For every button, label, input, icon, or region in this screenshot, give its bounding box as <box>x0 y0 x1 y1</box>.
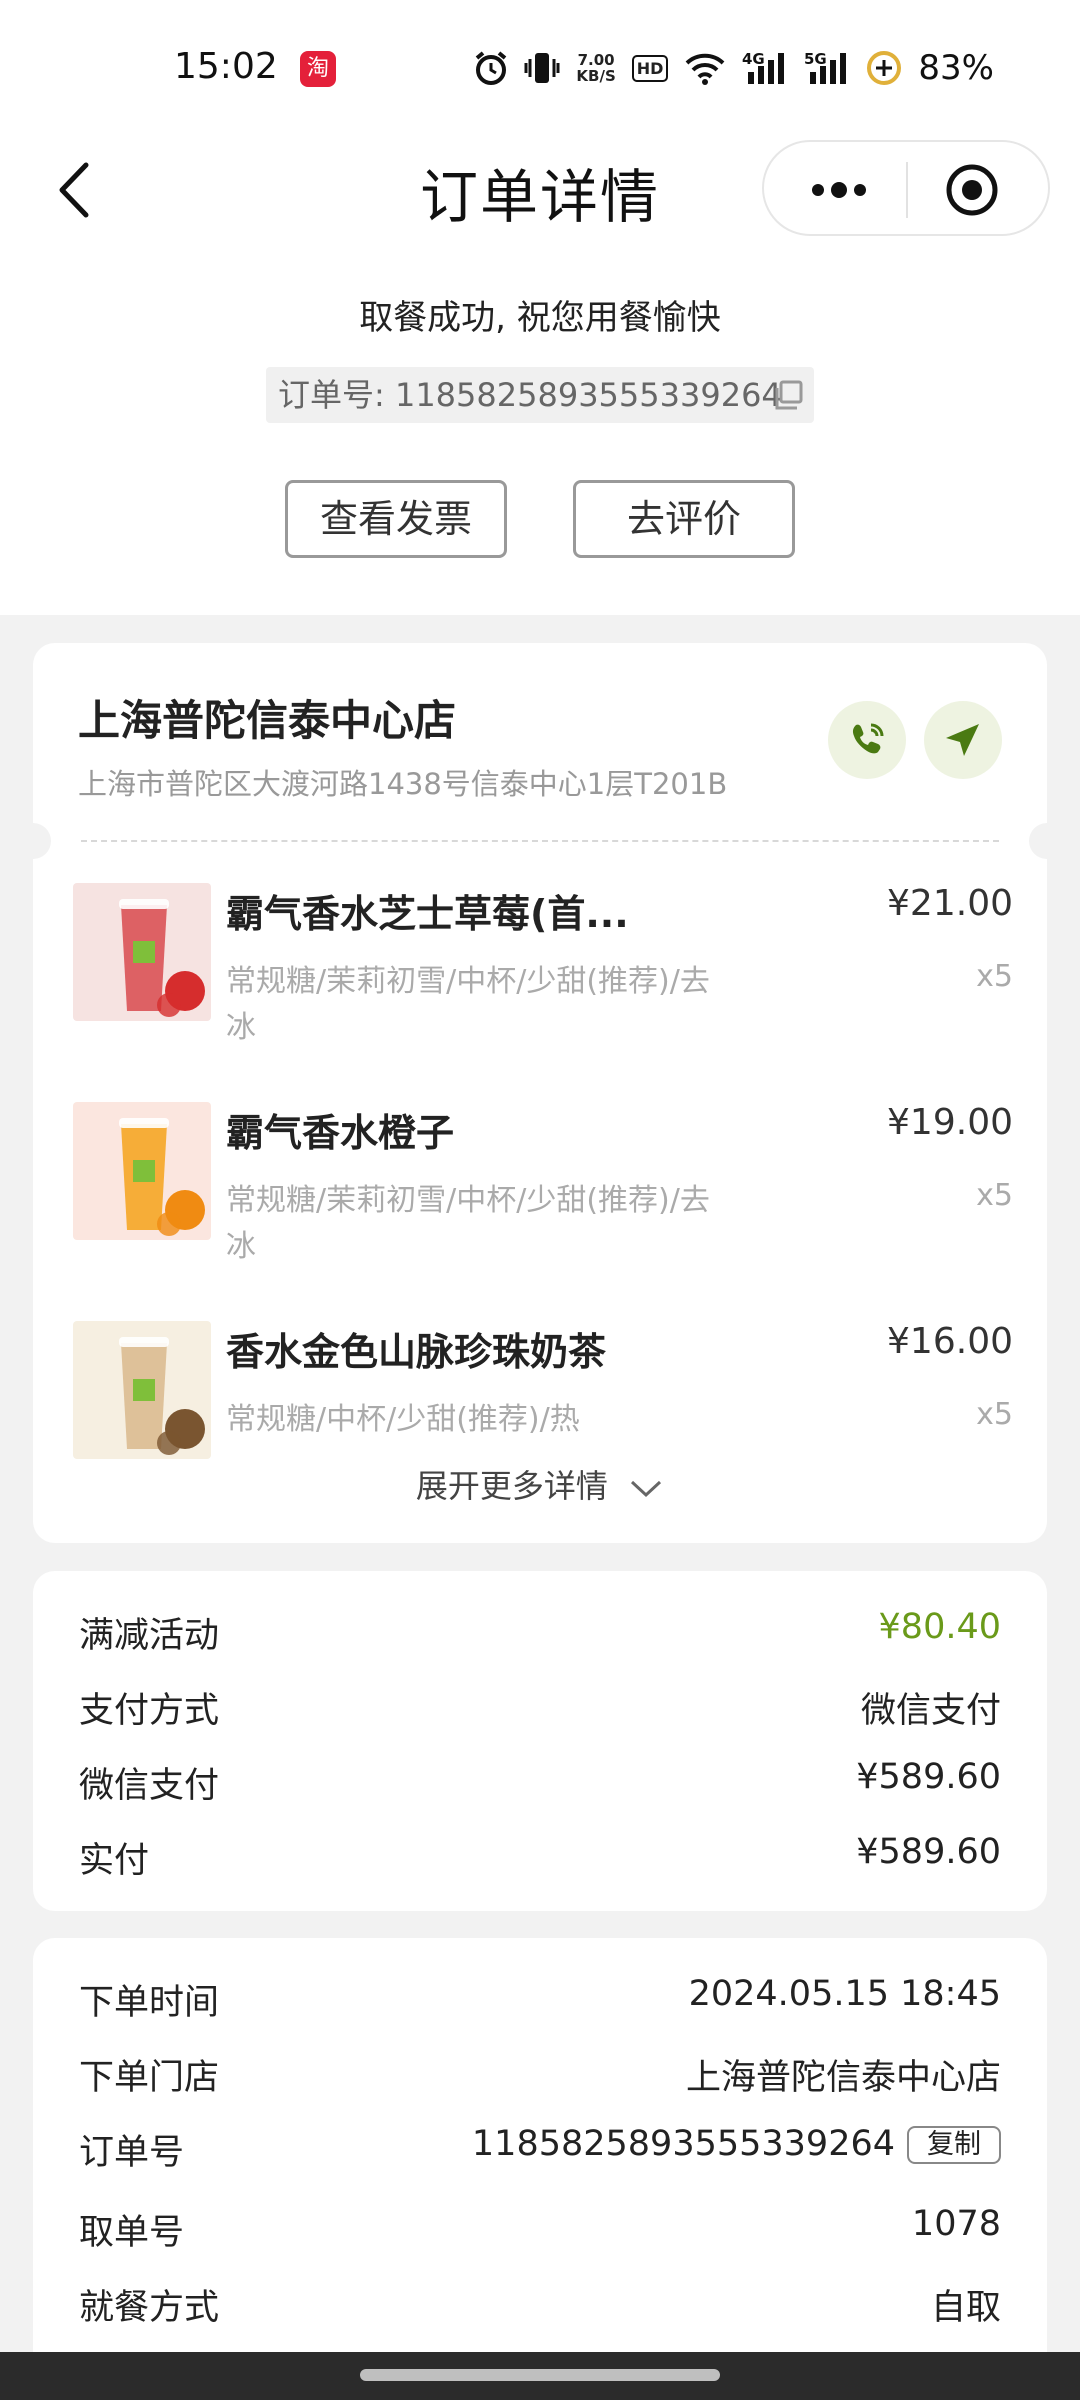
info-row-time: 下单时间 2024.05.15 18:45 <box>79 1974 1001 2024</box>
product-quantity: x5 <box>976 1397 1013 1432</box>
alarm-icon <box>474 50 508 86</box>
card-notch-left <box>15 823 51 859</box>
product-image <box>73 883 211 1021</box>
navigate-icon <box>946 724 979 756</box>
product-price: ¥19.00 <box>887 1102 1013 1143</box>
payment-value: 微信支付 <box>860 1691 1001 1731</box>
order-item[interactable]: 香水金色山脉珍珠奶茶常规糖/中杯/少甜(推荐)/热 ¥16.00 x5 <box>73 1321 1013 1461</box>
network-speed: 7.00 KB/S <box>576 52 615 84</box>
copy-icon[interactable] <box>772 379 804 411</box>
info-label: 下单时间 <box>79 1983 220 2023</box>
payment-card: 满减活动 ¥80.40 支付方式 微信支付 微信支付 ¥589.60 实付 ¥5… <box>33 1571 1047 1911</box>
view-invoice-button[interactable]: 查看发票 <box>285 480 507 558</box>
expand-more-label: 展开更多详情 <box>415 1467 608 1505</box>
payment-value: ¥80.40 <box>878 1607 1001 1647</box>
dashed-divider <box>81 840 999 842</box>
payment-label: 满减活动 <box>79 1616 220 1656</box>
review-button[interactable]: 去评价 <box>573 480 795 558</box>
signal-4g-label: 4G <box>742 50 765 68</box>
net-speed-unit: KB/S <box>576 67 616 85</box>
product-name: 霸气香水橙子 <box>226 1111 455 1155</box>
product-name: 香水金色山脉珍珠奶茶 <box>226 1330 607 1374</box>
payment-row-discount: 满减活动 ¥80.40 <box>79 1607 1001 1657</box>
call-store-button[interactable] <box>828 701 906 779</box>
hd-icon: HD <box>631 54 669 82</box>
info-label: 就餐方式 <box>79 2288 220 2328</box>
copy-order-number-button[interactable]: 复制 <box>907 2126 1001 2164</box>
payment-row-method: 支付方式 微信支付 <box>79 1682 1001 1732</box>
pickup-success-message: 取餐成功, 祝您用餐愉快 <box>359 298 721 338</box>
expand-more-button[interactable]: 展开更多详情 <box>33 1461 1047 1507</box>
payment-label: 支付方式 <box>79 1691 220 1731</box>
order-number-pill[interactable]: 订单号: 1185825893555339264 <box>266 367 814 423</box>
wifi-icon <box>684 51 726 85</box>
navigate-store-button[interactable] <box>924 701 1002 779</box>
info-label: 取单号 <box>79 2213 185 2253</box>
store-name: 上海普陀信泰中心店 <box>78 696 457 745</box>
vibrate-icon <box>524 51 560 85</box>
battery-icon <box>866 50 902 86</box>
payment-value: ¥589.60 <box>856 1832 1001 1872</box>
capsule-divider <box>906 162 908 218</box>
product-price: ¥16.00 <box>887 1321 1013 1362</box>
product-image <box>73 1102 211 1240</box>
status-time: 15:02 <box>174 46 278 87</box>
store-address: 上海市普陀区大渡河路1438号信泰中心1层T201B <box>78 767 728 801</box>
info-row-dining-method: 就餐方式 自取 <box>79 2279 1001 2329</box>
product-name: 霸气香水芝士草莓(首... <box>226 892 629 936</box>
info-value: 1185825893555339264 <box>471 2124 895 2164</box>
product-options: 常规糖/茉莉初雪/中杯/少甜(推荐)/去冰 <box>226 964 710 1045</box>
status-bar: 15:02 淘 7.00 KB/S HD 4G 5G 83% <box>0 0 1080 136</box>
product-image <box>73 1321 211 1459</box>
payment-value: ¥589.60 <box>856 1757 1001 1797</box>
info-label: 下单门店 <box>79 2058 220 2098</box>
more-dots-icon <box>812 182 866 198</box>
target-circle-icon <box>946 164 998 216</box>
order-number-text: 订单号: 1185825893555339264 <box>278 376 782 414</box>
more-button[interactable] <box>804 166 874 214</box>
info-row-pickup-number: 取单号 1078 <box>79 2204 1001 2254</box>
info-row-store: 下单门店 上海普陀信泰中心店 <box>79 2049 1001 2099</box>
payment-row-total: 实付 ¥589.60 <box>79 1832 1001 1882</box>
payment-label: 微信支付 <box>79 1766 220 1806</box>
phone-icon <box>852 723 884 754</box>
info-value-wrap: 1185825893555339264 复制 <box>472 2124 1001 2164</box>
signal-5g-label: 5G <box>804 50 827 68</box>
info-value: 2024.05.15 18:45 <box>688 1974 1001 2014</box>
info-value: 1078 <box>911 2204 1001 2244</box>
battery-percent: 83% <box>918 48 994 88</box>
info-value: 自取 <box>930 2288 1001 2328</box>
status-icons: 7.00 KB/S HD 4G 5G 83% <box>474 46 994 90</box>
signal-5g-icon: 5G <box>804 50 850 86</box>
order-item[interactable]: 霸气香水芝士草莓(首... 常规糖/茉莉初雪/中杯/少甜(推荐)/去冰 ¥21.00… <box>73 883 1013 1063</box>
info-value: 上海普陀信泰中心店 <box>685 2058 1001 2098</box>
card-notch-right <box>1029 823 1065 859</box>
info-label: 订单号 <box>79 2133 185 2173</box>
order-item[interactable]: 霸气香水橙子常规糖/茉莉初雪/中杯/少甜(推荐)/去冰 ¥19.00 x5 <box>73 1102 1013 1282</box>
payment-row-wechat: 微信支付 ¥589.60 <box>79 1757 1001 1807</box>
close-mini-program-button[interactable] <box>944 162 1000 218</box>
product-quantity: x5 <box>976 1178 1013 1213</box>
taobao-app-icon: 淘 <box>300 51 336 87</box>
home-indicator[interactable] <box>360 2369 720 2381</box>
signal-4g-icon: 4G <box>742 50 788 86</box>
product-options: 常规糖/茉莉初雪/中杯/少甜(推荐)/去冰 <box>226 1183 710 1264</box>
product-quantity: x5 <box>976 959 1013 994</box>
mini-program-capsule <box>762 140 1050 236</box>
payment-label: 实付 <box>79 1841 150 1881</box>
store-order-card: 上海普陀信泰中心店 上海市普陀区大渡河路1438号信泰中心1层T201B 霸气香… <box>15 643 1065 1543</box>
product-price: ¥21.00 <box>887 883 1013 924</box>
product-options: 常规糖/中杯/少甜(推荐)/热 <box>226 1402 580 1437</box>
navigation-bar <box>0 2352 1080 2400</box>
order-info-card: 下单时间 2024.05.15 18:45 下单门店 上海普陀信泰中心店 订单号… <box>33 1938 1047 2368</box>
chevron-down-icon <box>631 1480 662 1498</box>
info-row-order-number: 订单号 1185825893555339264 复制 <box>79 2124 1001 2174</box>
